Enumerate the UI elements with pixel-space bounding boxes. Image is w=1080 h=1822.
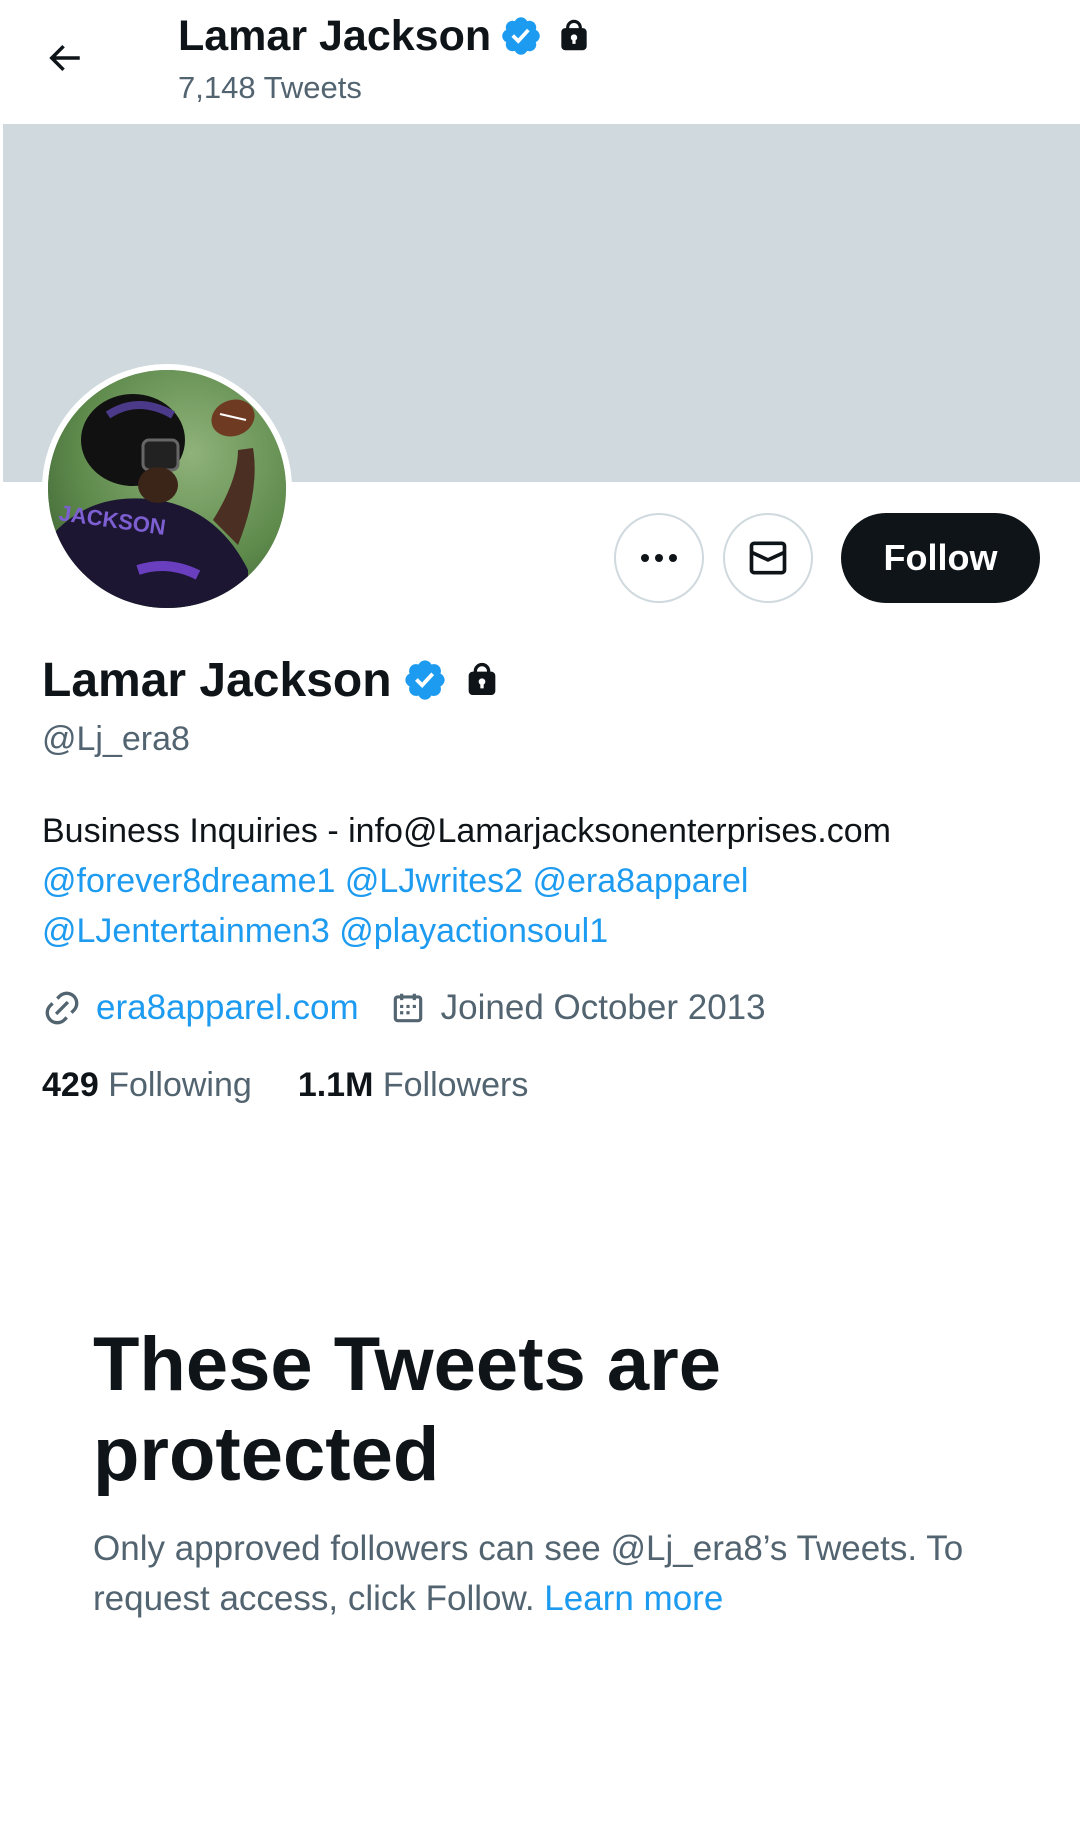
followers-label: Followers [382, 1065, 529, 1104]
follow-stats: 429 Following 1.1M Followers [42, 1060, 528, 1110]
more-icon [639, 552, 679, 564]
tweet-count: 7,148 Tweets [178, 70, 362, 105]
bio-mention[interactable]: @LJentertainmen3 [42, 912, 330, 950]
followers-count: 1.1M [297, 1065, 374, 1104]
avatar[interactable]: JACKSON [42, 364, 292, 614]
protected-message-text: Only approved followers can see @Lj_era8… [93, 1529, 964, 1618]
bio-mention[interactable]: @LJwrites2 [345, 862, 523, 900]
joined-date: Joined October 2013 [440, 988, 766, 1027]
bio-text: Business Inquiries - info@Lamarjacksonen… [42, 812, 891, 850]
link-icon [42, 988, 82, 1028]
website-link[interactable]: era8apparel.com [96, 988, 359, 1028]
following-count: 429 [42, 1065, 99, 1104]
following-label: Following [108, 1065, 252, 1104]
envelope-icon [746, 536, 790, 580]
follow-button[interactable]: Follow [841, 513, 1040, 603]
header-title-row: Lamar Jackson [178, 10, 593, 62]
profile-handle: @Lj_era8 [42, 720, 190, 758]
profile-meta: era8apparel.com Joined October 2013 [42, 980, 766, 1036]
bio-mention[interactable]: @era8apparel [532, 862, 748, 900]
learn-more-link[interactable]: Learn more [544, 1579, 723, 1618]
header-title: Lamar Jackson [178, 11, 492, 60]
profile-bio: Business Inquiries - info@Lamarjacksonen… [42, 806, 1042, 956]
followers-stat[interactable]: 1.1M Followers [298, 1066, 529, 1105]
protected-title: These Tweets are protected [93, 1322, 722, 1497]
profile-name: Lamar Jackson [42, 653, 392, 707]
more-button[interactable] [614, 513, 704, 603]
bio-mention[interactable]: @playactionsoul1 [339, 912, 608, 950]
profile-name-row: Lamar Jackson [42, 650, 502, 710]
verified-badge-icon[interactable] [402, 657, 448, 703]
message-button[interactable] [723, 513, 813, 603]
back-button[interactable] [36, 30, 92, 86]
lock-icon [555, 16, 593, 56]
lock-icon [462, 659, 502, 701]
bio-mention[interactable]: @forever8dreame1 [42, 862, 335, 900]
verified-badge-icon [499, 14, 543, 58]
following-stat[interactable]: 429 Following [42, 1066, 252, 1105]
protected-message: Only approved followers can see @Lj_era8… [93, 1524, 1053, 1624]
arrow-left-icon [43, 37, 85, 79]
top-bar: Lamar Jackson 7,148 Tweets [0, 0, 1080, 123]
calendar-icon [389, 989, 427, 1027]
